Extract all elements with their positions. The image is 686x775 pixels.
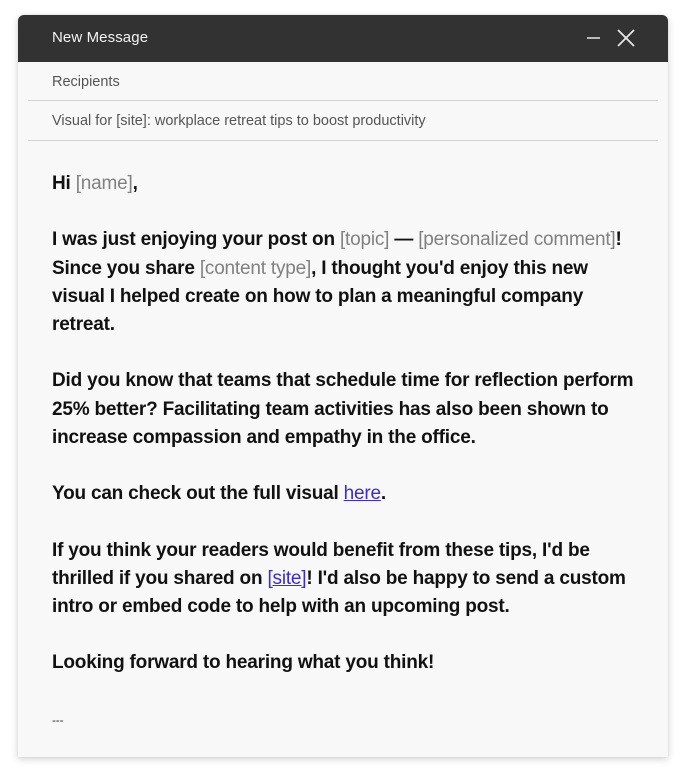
comment-placeholder: [personalized comment] (418, 229, 616, 251)
content-type-placeholder: [content type] (199, 257, 312, 279)
window-title: New Message (52, 29, 149, 46)
subject-text: Visual for [site]: workplace retreat tip… (52, 113, 426, 129)
greeting: Hi [name], (52, 170, 642, 198)
intro-text-2: — (389, 229, 419, 251)
paragraph-closing: Looking forward to hearing what you thin… (52, 652, 435, 674)
greeting-comma: , (132, 173, 138, 194)
greeting-text: Hi (52, 173, 76, 194)
intro-text-1: I was just enjoying your post on (52, 229, 340, 251)
signature: --- (52, 712, 64, 727)
site-link[interactable]: [site] (267, 568, 306, 589)
minus-icon (587, 37, 600, 39)
close-icon (617, 29, 635, 47)
paragraph-stats: Did you know that teams that schedule ti… (52, 370, 634, 448)
paragraph-visual-link: You can check out the full visual here. (52, 480, 642, 508)
title-bar: New Message (18, 15, 668, 62)
recipients-placeholder: Recipients (52, 74, 120, 90)
topic-placeholder: [topic] (339, 229, 390, 251)
close-button[interactable] (615, 27, 637, 49)
recipients-field[interactable]: Recipients (28, 62, 658, 101)
subject-field[interactable]: Visual for [site]: workplace retreat tip… (28, 101, 658, 141)
name-placeholder: [name] (75, 173, 133, 194)
visual-text-1: You can check out the full visual (52, 483, 344, 505)
compose-window: New Message Recipients Visual for [site]… (18, 15, 668, 757)
message-body[interactable]: Hi [name], I was just enjoying your post… (52, 170, 642, 757)
minimize-button[interactable] (583, 27, 605, 49)
paragraph-intro: I was just enjoying your post on [topic]… (52, 226, 642, 339)
paragraph-share: If you think your readers would benefit … (52, 537, 642, 622)
here-link[interactable]: here (344, 483, 381, 504)
visual-text-2: . (380, 483, 386, 505)
